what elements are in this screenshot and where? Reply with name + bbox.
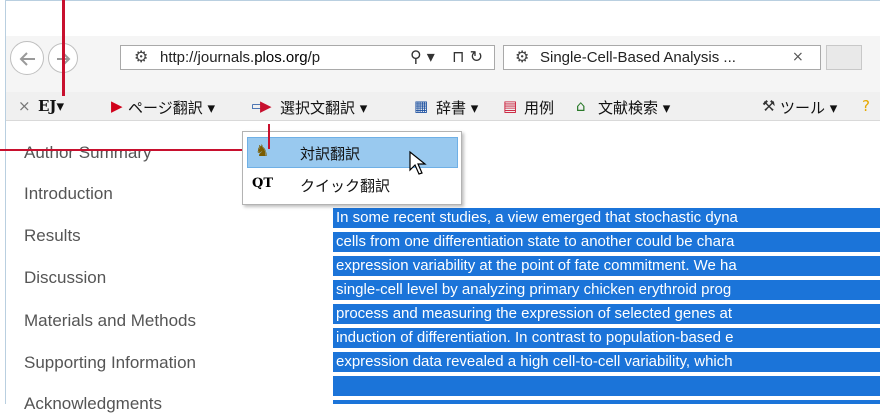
content-line: single-cell level by analyzing primary c… [336, 281, 732, 298]
ej-button[interactable]: EJ▾ [38, 97, 64, 115]
page-translate-button[interactable]: ページ翻訳 ▾ [128, 97, 215, 118]
url-text[interactable]: http://journals.plos.org/p [160, 49, 320, 66]
selection-translate-button[interactable]: 選択文翻訳 ▾ [280, 97, 367, 118]
selection-highlight [333, 376, 880, 396]
sidebar-item-author-summary[interactable]: Author Summary [24, 143, 152, 163]
sidebar-item-supporting-info[interactable]: Supporting Information [24, 353, 196, 373]
tab-site-icon: ⚙ [515, 47, 530, 66]
tools-icon: ⚒ [762, 97, 776, 115]
quick-translation-icon: QT [252, 176, 273, 191]
toolbar-close-icon[interactable]: × [18, 97, 31, 115]
search-icon[interactable]: ⚲ ▾ [410, 47, 435, 66]
sidebar-item-results[interactable]: Results [24, 226, 81, 246]
new-tab-button[interactable] [826, 45, 862, 70]
content-line: process and measuring the expression of … [336, 305, 733, 322]
callout-line [0, 149, 242, 151]
sidebar-item-acknowledgments[interactable]: Acknowledgments [24, 394, 162, 414]
help-icon[interactable]: ? [862, 97, 870, 115]
content-line: expression variability at the point of f… [336, 257, 737, 274]
tools-button[interactable]: ツール ▾ [780, 97, 837, 118]
content-line: expression data revealed a high cell-to-… [336, 353, 733, 370]
content-line: In some recent studies, a view emerged t… [336, 209, 738, 226]
back-arrow-icon [19, 52, 35, 66]
literature-search-icon: ⌂ [576, 97, 586, 115]
site-icon: ⚙ [134, 47, 149, 66]
content-line: induction of differentiation. In contras… [336, 329, 734, 346]
callout-line [62, 0, 65, 96]
page-translate-icon: ▶ [111, 97, 123, 115]
back-button[interactable] [10, 41, 44, 75]
menu-item-label: 対訳翻訳 [300, 145, 361, 163]
sidebar-item-discussion[interactable]: Discussion [24, 268, 106, 288]
sidebar-item-introduction[interactable]: Introduction [24, 184, 113, 204]
dictionary-button[interactable]: 辞書 ▾ [436, 97, 478, 118]
examples-button[interactable]: 用例 [524, 97, 554, 118]
dictionary-icon: ▦ [414, 97, 429, 115]
selection-highlight [333, 400, 880, 404]
content-line: cells from one differentiation state to … [336, 233, 735, 250]
menu-item-quick-translation[interactable]: クイック翻訳 [300, 175, 390, 196]
sidebar-item-methods[interactable]: Materials and Methods [24, 311, 196, 331]
tab-title: Single-Cell-Based Analysis ... [540, 49, 736, 66]
literature-search-button[interactable]: 文献検索 ▾ [598, 97, 670, 118]
callout-arrow-icon: ▶ [260, 97, 272, 115]
refresh-icon[interactable]: ⊓ ↻ [452, 47, 483, 66]
mouse-cursor-icon [409, 150, 427, 175]
callout-line [268, 124, 270, 149]
tab-close-icon[interactable]: × [792, 49, 804, 65]
examples-icon: ▤ [503, 97, 518, 115]
